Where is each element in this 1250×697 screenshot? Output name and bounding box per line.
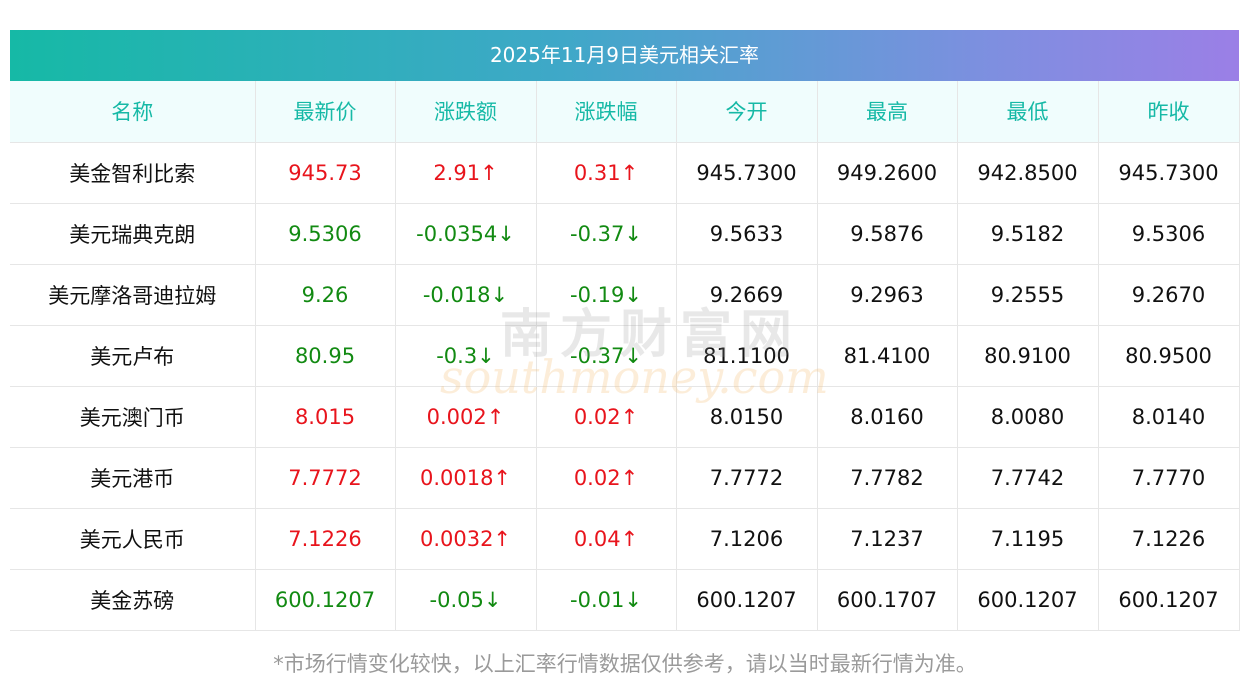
header-low: 最低 xyxy=(957,81,1099,143)
cell-high: 8.0160 xyxy=(817,386,958,448)
cell-open: 9.5633 xyxy=(676,203,818,265)
cell-low: 9.2555 xyxy=(957,264,1099,326)
cell-change: -0.0354↓ xyxy=(395,203,537,265)
cell-open: 945.7300 xyxy=(676,142,818,204)
table-row: 美元摩洛哥迪拉姆 9.26 -0.018↓ -0.19↓ 9.2669 9.2963 9.2… xyxy=(10,264,1240,326)
cell-latest: 7.1226 xyxy=(255,508,396,570)
cell-change-pct: -0.19↓ xyxy=(536,264,677,326)
header-open: 今开 xyxy=(676,81,818,143)
table-row: 美元瑞典克朗 9.5306 -0.0354↓ -0.37↓ 9.5633 9.5876 9.… xyxy=(10,203,1240,265)
cell-latest: 9.5306 xyxy=(255,203,396,265)
header-high: 最高 xyxy=(817,81,958,143)
cell-low: 7.7742 xyxy=(957,447,1099,509)
cell-change-pct: 0.02↑ xyxy=(536,386,677,448)
footnote: *市场行情变化较快，以上汇率行情数据仅供参考，请以当时最新行情为准。 xyxy=(273,652,977,676)
cell-open: 7.7772 xyxy=(676,447,818,509)
cell-high: 7.1237 xyxy=(817,508,958,570)
cell-high: 9.2963 xyxy=(817,264,958,326)
cell-high: 7.7782 xyxy=(817,447,958,509)
cell-low: 9.5182 xyxy=(957,203,1099,265)
cell-change: -0.018↓ xyxy=(395,264,537,326)
cell-latest: 8.015 xyxy=(255,386,396,448)
table-row: 美元港币 7.7772 0.0018↑ 0.02↑ 7.7772 7.7782 7.7742… xyxy=(10,447,1240,509)
cell-name: 美元摩洛哥迪拉姆 xyxy=(10,264,256,326)
cell-prev-close: 600.1207 xyxy=(1098,569,1240,631)
table-body: 美金智利比索 945.73 2.91↑ 0.31↑ 945.7300 949.2600 94… xyxy=(10,142,1240,631)
cell-change: -0.05↓ xyxy=(395,569,537,631)
cell-high: 9.5876 xyxy=(817,203,958,265)
cell-change: 2.91↑ xyxy=(395,142,537,204)
cell-prev-close: 80.9500 xyxy=(1098,325,1240,387)
cell-high: 949.2600 xyxy=(817,142,958,204)
cell-open: 9.2669 xyxy=(676,264,818,326)
cell-low: 80.9100 xyxy=(957,325,1099,387)
cell-open: 81.1100 xyxy=(676,325,818,387)
cell-name: 美金苏磅 xyxy=(10,569,256,631)
exchange-rate-table: 名称 最新价 涨跌额 涨跌幅 今开 最高 最低 昨收 美金智利比索 945.73 2… xyxy=(10,81,1240,631)
rates-panel: 2025年11月9日美元相关汇率 名称 最新价 涨跌额 涨跌幅 今开 最高 最低… xyxy=(10,30,1240,631)
cell-name: 美元人民币 xyxy=(10,508,256,570)
cell-open: 8.0150 xyxy=(676,386,818,448)
table-row: 美金苏磅 600.1207 -0.05↓ -0.01↓ 600.1207 600.1707… xyxy=(10,569,1240,631)
cell-open: 7.1206 xyxy=(676,508,818,570)
table-row: 美元澳门币 8.015 0.002↑ 0.02↑ 8.0150 8.0160 8.0080 8… xyxy=(10,386,1240,448)
cell-prev-close: 7.7770 xyxy=(1098,447,1240,509)
cell-latest: 80.95 xyxy=(255,325,396,387)
header-change-pct: 涨跌幅 xyxy=(536,81,677,143)
cell-low: 942.8500 xyxy=(957,142,1099,204)
cell-change: -0.3↓ xyxy=(395,325,537,387)
table-header-row: 名称 最新价 涨跌额 涨跌幅 今开 最高 最低 昨收 xyxy=(10,81,1240,143)
cell-change-pct: -0.01↓ xyxy=(536,569,677,631)
cell-latest: 600.1207 xyxy=(255,569,396,631)
cell-low: 7.1195 xyxy=(957,508,1099,570)
cell-latest: 7.7772 xyxy=(255,447,396,509)
table-row: 美金智利比索 945.73 2.91↑ 0.31↑ 945.7300 949.2600 94… xyxy=(10,142,1240,204)
cell-change-pct: -0.37↓ xyxy=(536,325,677,387)
cell-latest: 9.26 xyxy=(255,264,396,326)
cell-high: 600.1707 xyxy=(817,569,958,631)
cell-high: 81.4100 xyxy=(817,325,958,387)
cell-change-pct: 0.04↑ xyxy=(536,508,677,570)
cell-name: 美元澳门币 xyxy=(10,386,256,448)
header-latest: 最新价 xyxy=(255,81,396,143)
header-name: 名称 xyxy=(10,81,256,143)
cell-name: 美元瑞典克朗 xyxy=(10,203,256,265)
cell-prev-close: 8.0140 xyxy=(1098,386,1240,448)
header-change: 涨跌额 xyxy=(395,81,537,143)
cell-change-pct: 0.31↑ xyxy=(536,142,677,204)
table-title: 2025年11月9日美元相关汇率 xyxy=(10,30,1239,81)
cell-change: 0.002↑ xyxy=(395,386,537,448)
table-row: 美元卢布 80.95 -0.3↓ -0.37↓ 81.1100 81.4100 80.910… xyxy=(10,325,1240,387)
cell-change: 0.0032↑ xyxy=(395,508,537,570)
cell-prev-close: 9.5306 xyxy=(1098,203,1240,265)
cell-name: 美元卢布 xyxy=(10,325,256,387)
header-prev-close: 昨收 xyxy=(1098,81,1240,143)
table-row: 美元人民币 7.1226 0.0032↑ 0.04↑ 7.1206 7.1237 7.119… xyxy=(10,508,1240,570)
cell-low: 8.0080 xyxy=(957,386,1099,448)
cell-name: 美元港币 xyxy=(10,447,256,509)
cell-prev-close: 7.1226 xyxy=(1098,508,1240,570)
cell-prev-close: 9.2670 xyxy=(1098,264,1240,326)
cell-change-pct: -0.37↓ xyxy=(536,203,677,265)
cell-change: 0.0018↑ xyxy=(395,447,537,509)
cell-low: 600.1207 xyxy=(957,569,1099,631)
cell-prev-close: 945.7300 xyxy=(1098,142,1240,204)
cell-latest: 945.73 xyxy=(255,142,396,204)
cell-open: 600.1207 xyxy=(676,569,818,631)
cell-name: 美金智利比索 xyxy=(10,142,256,204)
cell-change-pct: 0.02↑ xyxy=(536,447,677,509)
